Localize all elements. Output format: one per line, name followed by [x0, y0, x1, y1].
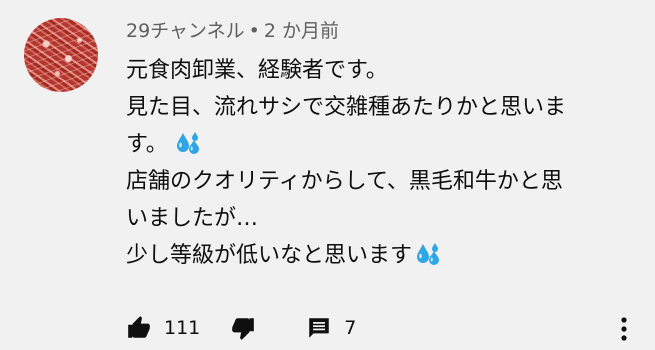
comment-icon — [309, 318, 330, 338]
sweat-droplets-icon — [176, 132, 199, 154]
comment-actions: 111 7 — [126, 313, 356, 343]
comment-timestamp[interactable]: 2 か月前 — [264, 20, 339, 42]
comment-text: 元食肉卸業、経験者です。 見た目、流れサシで交雑種あたりかと思いま す。 店舗の… — [126, 52, 636, 274]
like-button[interactable] — [126, 315, 152, 341]
vertical-dots-icon[interactable] — [617, 316, 631, 342]
avatar[interactable] — [24, 18, 98, 92]
comment-line: 見た目、流れサシで交雑種あたりかと思いま — [126, 95, 567, 120]
sweat-droplets-icon — [417, 243, 440, 265]
comment-line: 少し等級が低いなと思います — [126, 237, 636, 274]
dislike-button[interactable] — [230, 315, 256, 341]
comment-header: 29チャンネル • 2 か月前 — [126, 16, 339, 43]
thumbs-down-icon — [232, 318, 255, 340]
like-count: 111 — [164, 317, 201, 339]
comment-line: す。 — [126, 126, 636, 163]
comment-line: いましたが… — [126, 206, 259, 231]
comment-line: 店舗のクオリティからして、黒毛和牛かと思 — [126, 169, 563, 194]
reply-count: 7 — [344, 317, 357, 339]
comment-line: 元食肉卸業、経験者です。 — [126, 58, 388, 83]
comment-thread-item: 29チャンネル • 2 か月前 元食肉卸業、経験者です。 見た目、流れサシで交雑種あ… — [0, 0, 655, 350]
author-name[interactable]: 29チャンネル — [126, 20, 245, 42]
header-separator: • — [248, 20, 260, 42]
thumbs-up-icon — [128, 316, 150, 338]
reply-button[interactable]: 7 — [306, 315, 356, 341]
